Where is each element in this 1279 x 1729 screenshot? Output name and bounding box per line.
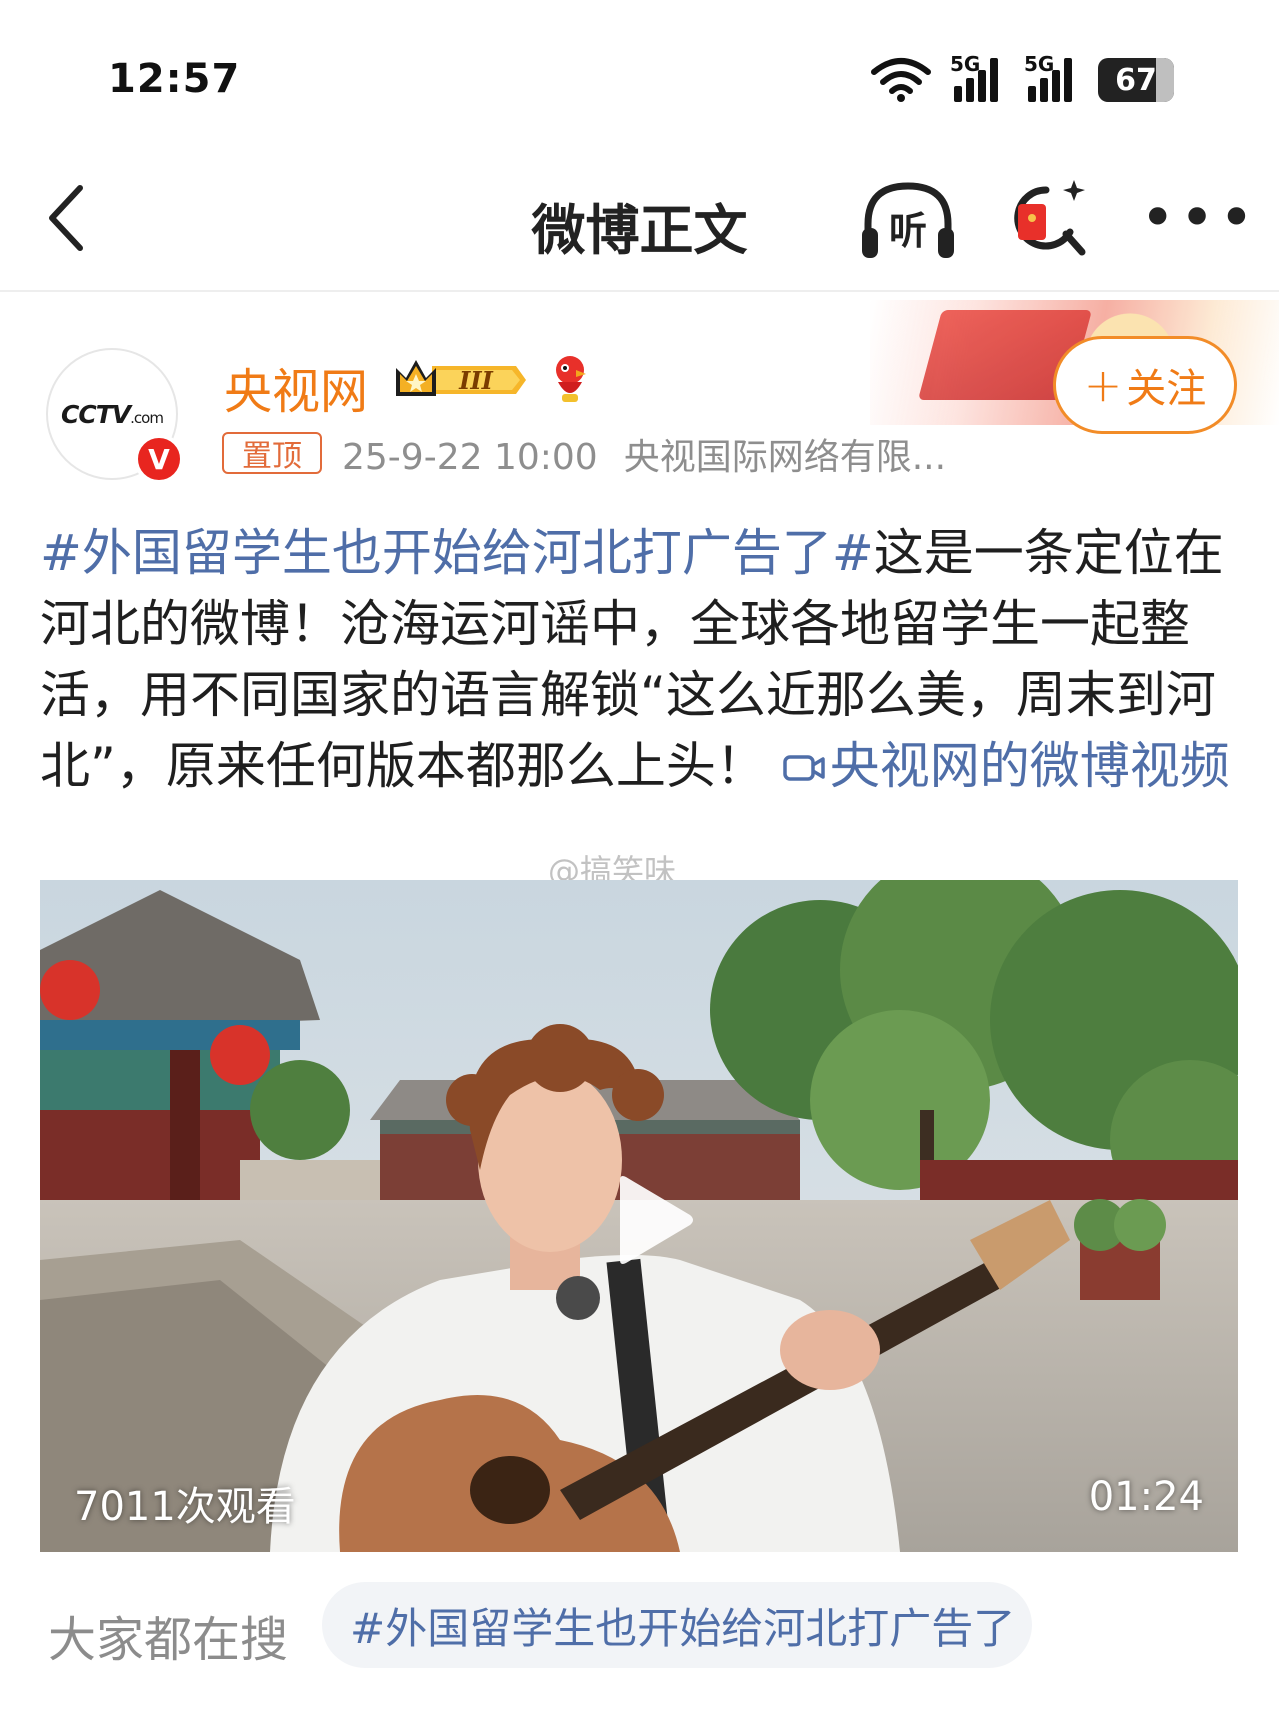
mascot-icon [556,356,586,402]
post-date: 25-9-22 10:00 [342,437,598,478]
red-packet-search-icon[interactable] [1010,174,1090,262]
topic-link[interactable]: #外国留学生也开始给河北打广告了# [40,524,874,582]
post-body: #外国留学生也开始给河北打广告了#这是一条定位在河北的微博！沧海运河谣中，全球各… [40,518,1240,802]
verified-badge: V [134,434,184,484]
follow-button[interactable]: + 关注 [1053,336,1237,434]
trending-search-label: 大家都在搜 [48,1612,289,1668]
wifi-icon [871,58,931,102]
post-source[interactable]: 央视国际网络有限... [624,437,946,478]
listen-icon[interactable]: 听 [858,178,958,262]
plus-icon: + [1083,358,1123,412]
battery-icon: 67 [1098,58,1174,102]
more-icon[interactable]: ••• [1140,188,1254,248]
video-link[interactable]: 央视网的微博视频 [782,737,1230,795]
view-count: 7011次观看 [74,1484,296,1530]
signal-5g-1-icon: 5G [950,52,1006,102]
video-duration: 01:24 [1088,1474,1204,1520]
play-icon[interactable] [602,1170,702,1270]
crown-level-icon: III [396,360,526,396]
video-player[interactable]: 7011次观看 01:24 [40,880,1238,1552]
video-link-text: 央视网的微博视频 [829,737,1230,795]
status-bar: 12:57 5G 5G 67 [0,0,1279,150]
nav-bar: 微博正文 听 ••• [0,150,1279,292]
battery-level: 67 [1115,62,1157,98]
post-meta: 25-9-22 10:00 央视国际网络有限... [342,428,946,480]
pinned-tag: 置顶 [222,432,322,474]
status-icons: 5G 5G 67 [870,52,1174,102]
video-camera-icon [783,755,825,781]
svg-text:听: 听 [889,209,927,253]
signal-5g-2-icon: 5G [1024,52,1080,102]
trending-search-chip[interactable]: #外国留学生也开始给河北打广告了 [322,1582,1032,1668]
follow-label: 关注 [1126,366,1207,412]
avatar-logo: CCTV.com [61,399,164,429]
status-time: 12:57 [108,56,241,102]
author-name[interactable]: 央视网 [224,352,368,422]
svg-text:III: III [458,366,493,395]
